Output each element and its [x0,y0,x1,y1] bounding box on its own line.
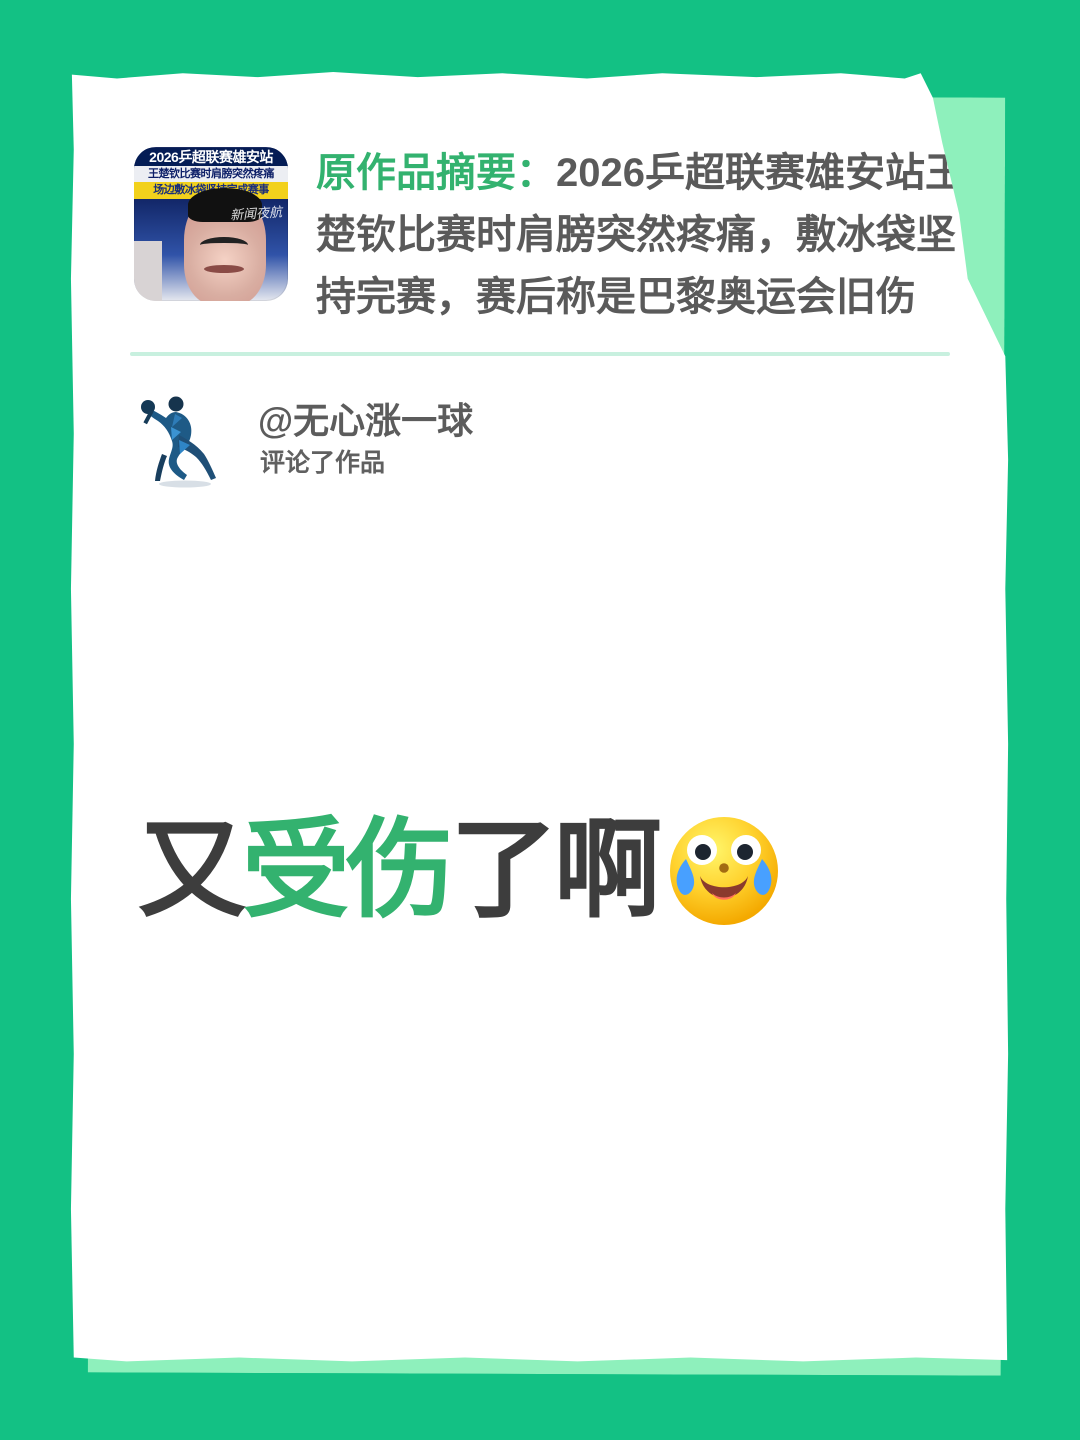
thumbnail-title: 2026乒超联赛雄安站 [134,148,288,167]
thumbnail-headline: 王楚钦比赛时肩膀突然疼痛 [134,166,288,182]
video-thumbnail[interactable]: 2026乒超联赛雄安站 王楚钦比赛时肩膀突然疼痛 场边敷冰袋坚持完成赛事 新闻夜… [134,147,288,301]
crying-laughing-emoji-icon [666,813,782,929]
paper-card: 2026乒超联赛雄安站 王楚钦比赛时肩膀突然疼痛 场边敷冰袋坚持完成赛事 新闻夜… [70,72,1009,1362]
thumbnail-background-banner [134,241,162,301]
summary-label: 原作品摘要： [316,151,556,195]
username[interactable]: @无心涨一球 [258,400,473,442]
original-work-summary: 原作品摘要：2026乒超联赛雄安站王楚钦比赛时肩膀突然疼痛，敷冰袋坚持完赛，赛后… [316,142,966,328]
comment-part-3: 了啊 [450,809,662,930]
table-tennis-player-icon [141,396,216,488]
comment-user-row[interactable]: @无心涨一球 评论了作品 [138,396,738,494]
comment-part-2: 受伤 [242,809,454,930]
original-work-preview[interactable]: 2026乒超联赛雄安站 王楚钦比赛时肩膀突然疼痛 场边敷冰袋坚持完成赛事 新闻夜… [134,142,965,319]
comment-text: 又受伤了啊 [138,806,918,934]
thumbnail-watermark: 新闻夜航 [229,204,283,223]
comment-action-text: 评论了作品 [260,449,386,477]
section-divider [130,352,950,356]
page-root: 2026乒超联赛雄安站 王楚钦比赛时肩膀突然疼痛 场边敷冰袋坚持完成赛事 新闻夜… [0,0,1080,1440]
user-avatar[interactable] [138,396,224,488]
comment-part-1: 又 [138,809,246,930]
